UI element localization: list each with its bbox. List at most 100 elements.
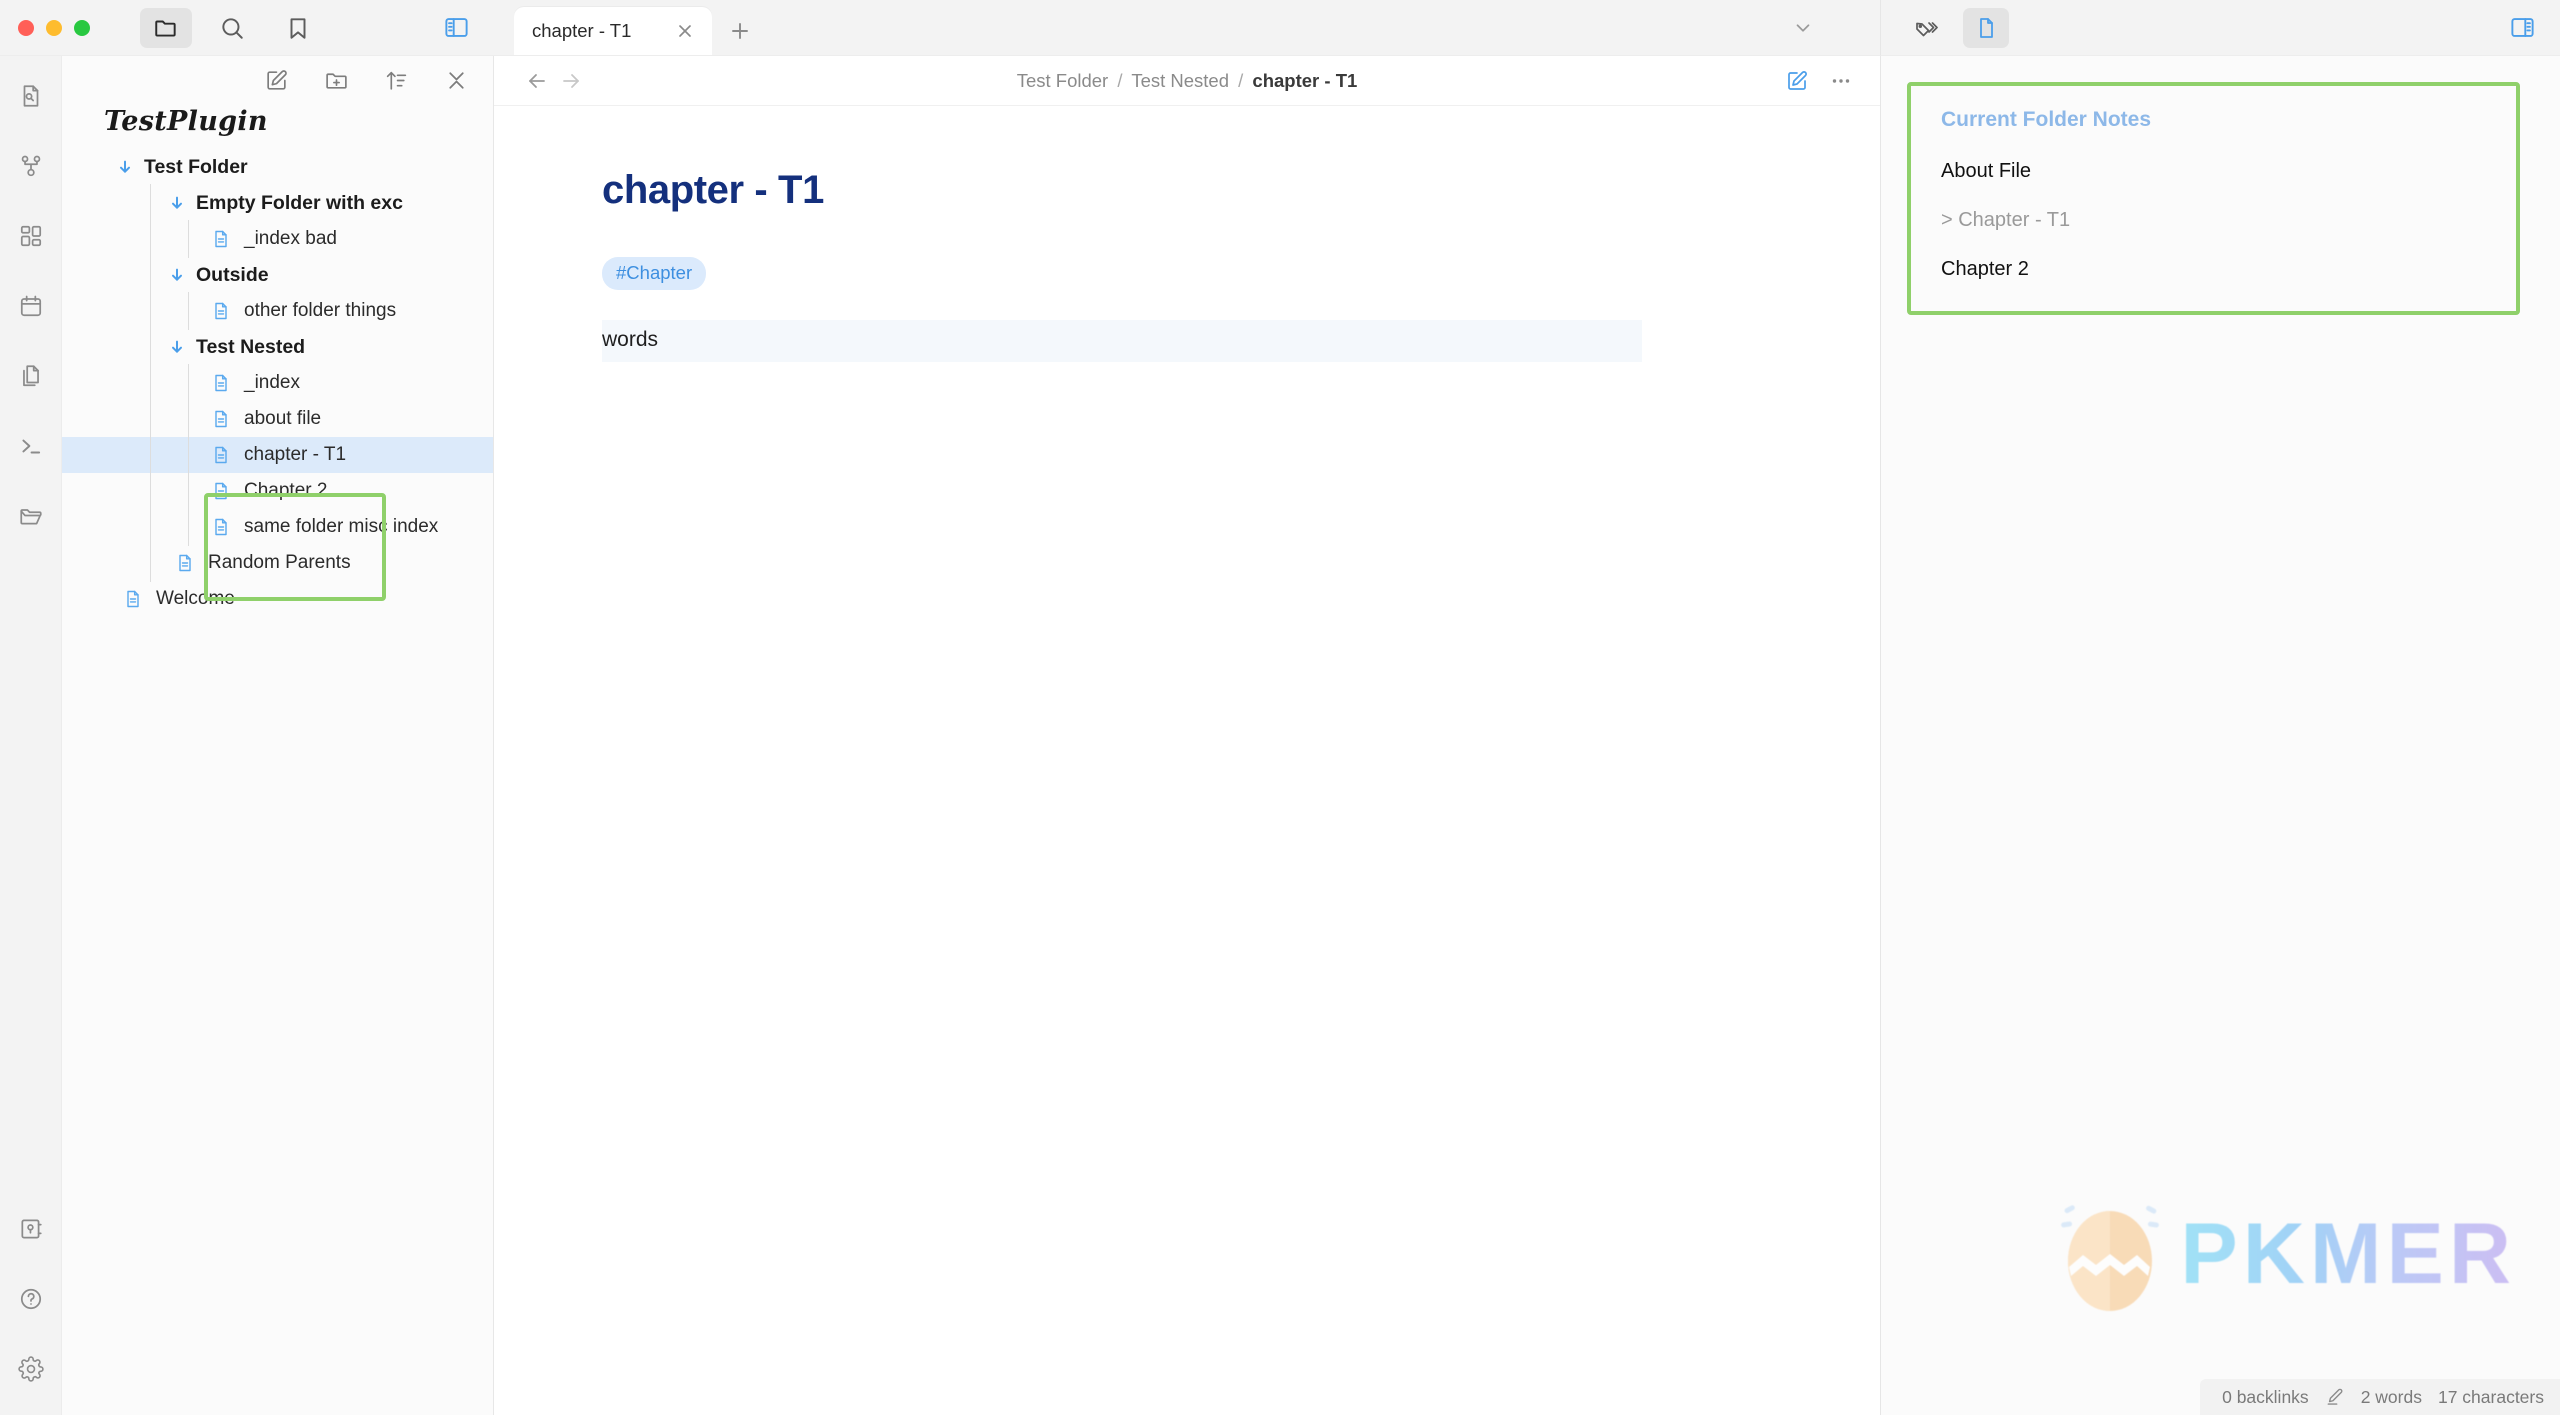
breadcrumb: Test Folder / Test Nested / chapter - T1	[494, 70, 1880, 92]
file-explorer: TestPlugin Test Folder Empty Folder with…	[62, 56, 494, 1415]
tags-icon[interactable]	[1903, 8, 1949, 48]
sort-icon[interactable]	[381, 65, 411, 95]
pkmer-logo-icon	[2058, 1195, 2162, 1313]
breadcrumb-separator: /	[1117, 69, 1123, 91]
titlebar-left	[0, 0, 494, 56]
note-editor[interactable]: chapter - T1 #Chapter words	[494, 106, 1880, 1415]
tree-file-chapter-2[interactable]: Chapter 2	[62, 472, 493, 510]
tree-file-about-file[interactable]: about file	[62, 400, 493, 438]
current-folder-notes-panel: Current Folder Notes About File > Chapte…	[1907, 82, 2520, 315]
tree-file-index-bad[interactable]: _index bad	[62, 220, 493, 258]
search-icon[interactable]	[206, 8, 258, 48]
breadcrumb-part-0[interactable]: Test Folder	[1017, 70, 1109, 91]
vault-name[interactable]: TestPlugin	[62, 104, 493, 149]
file-icon	[210, 408, 232, 430]
templates-icon[interactable]	[9, 354, 53, 398]
chevron-down-icon[interactable]	[114, 159, 136, 175]
tab-strip: chapter - T1	[494, 0, 1880, 56]
tree-file-random-parents[interactable]: Random Parents	[62, 544, 493, 582]
chevron-down-icon[interactable]	[166, 267, 188, 283]
tree-item-label: _index bad	[244, 228, 337, 249]
note-paragraph[interactable]: words	[602, 320, 1642, 363]
tree-folder-test-nested[interactable]: Test Nested	[62, 328, 493, 366]
tree-item-label: Chapter 2	[244, 480, 328, 501]
tree-item-label: Empty Folder with exc	[196, 191, 403, 214]
tree-item-label: _index	[244, 372, 300, 393]
collapse-all-icon[interactable]	[441, 65, 471, 95]
pencil-icon[interactable]	[2325, 1387, 2345, 1407]
page-preview-icon[interactable]	[1963, 7, 2009, 48]
forward-button[interactable]	[554, 64, 588, 98]
back-button[interactable]	[520, 64, 554, 98]
close-window-button[interactable]	[18, 19, 34, 36]
maximize-window-button[interactable]	[74, 19, 90, 36]
backlinks-count[interactable]: 0 backlinks	[2222, 1387, 2309, 1408]
ribbon-bottom-group	[9, 1207, 53, 1415]
app-window: chapter - T1 TestPlugin Test Folder Empt…	[0, 0, 2560, 1415]
new-folder-icon[interactable]	[321, 65, 351, 95]
canvas-icon[interactable]	[9, 214, 53, 258]
view-header-actions	[1780, 64, 1858, 98]
more-options-icon[interactable]	[1824, 64, 1858, 98]
new-tab-icon[interactable]	[718, 9, 762, 53]
breadcrumb-current: chapter - T1	[1252, 69, 1358, 91]
left-sidebar-toggle-icon[interactable]	[432, 8, 480, 48]
minimize-window-button[interactable]	[46, 19, 62, 36]
bookmark-icon[interactable]	[272, 8, 324, 48]
edit-mode-icon[interactable]	[1780, 64, 1814, 98]
chevron-down-icon[interactable]	[166, 195, 188, 211]
left-ribbon	[0, 56, 62, 1415]
tree-item-label: Welcome	[156, 588, 235, 609]
folder-note-chapter-2[interactable]: Chapter 2	[1941, 258, 2490, 281]
help-icon[interactable]	[9, 1277, 53, 1321]
graph-view-icon[interactable]	[9, 144, 53, 188]
tree-item-label: Test Folder	[144, 155, 248, 178]
daily-note-icon[interactable]	[9, 284, 53, 328]
pkmer-watermark: PKMER	[2058, 1195, 2516, 1313]
chevron-down-icon[interactable]	[166, 339, 188, 355]
folder-note-about-file[interactable]: About File	[1941, 160, 2490, 183]
current-folder-notes-title: Current Folder Notes	[1941, 108, 2152, 131]
file-icon	[210, 300, 232, 322]
note-content: chapter - T1 #Chapter words	[602, 168, 1642, 363]
close-icon[interactable]	[672, 18, 698, 44]
folder-icon[interactable]	[140, 7, 192, 48]
open-folder-icon[interactable]	[9, 494, 53, 538]
chevron-down-icon[interactable]	[1786, 13, 1820, 43]
tree-item-label: chapter - T1	[244, 444, 347, 465]
titlebar: chapter - T1	[0, 0, 2560, 56]
tree-file-index[interactable]: _index	[62, 364, 493, 402]
file-icon	[210, 480, 232, 502]
quick-switcher-icon[interactable]	[9, 74, 53, 118]
word-count[interactable]: 2 words	[2361, 1387, 2422, 1408]
breadcrumb-part-1[interactable]: Test Nested	[1131, 70, 1229, 91]
tab-chapter-t1[interactable]: chapter - T1	[514, 7, 712, 55]
window-controls[interactable]	[18, 19, 90, 36]
tree-folder-empty-folder-with-exc[interactable]: Empty Folder with exc	[62, 184, 493, 222]
vault-switcher-icon[interactable]	[9, 1207, 53, 1251]
note-title: chapter - T1	[602, 168, 824, 212]
tree-file-other-folder-things[interactable]: other folder things	[62, 292, 493, 330]
new-note-icon[interactable]	[261, 65, 291, 95]
tree-item-label: Outside	[196, 263, 269, 286]
terminal-icon[interactable]	[9, 424, 53, 468]
settings-icon[interactable]	[9, 1347, 53, 1391]
tree-item-label: same folder misc index	[244, 516, 439, 537]
character-count[interactable]: 17 characters	[2438, 1387, 2544, 1408]
file-icon	[210, 228, 232, 250]
folder-note-chapter-t1[interactable]: > Chapter - T1	[1941, 209, 2490, 232]
file-icon	[210, 516, 232, 538]
titlebar-right	[1880, 0, 2560, 56]
tree-file-welcome[interactable]: Welcome	[62, 581, 493, 617]
tree-file-chapter-t1[interactable]: chapter - T1	[62, 436, 493, 474]
file-icon	[210, 444, 232, 466]
file-icon	[122, 588, 144, 610]
breadcrumb-separator: /	[1238, 69, 1244, 91]
tree-folder-outside[interactable]: Outside	[62, 256, 493, 294]
file-icon	[174, 552, 196, 574]
tree-file-same-folder-misc-index[interactable]: same folder misc index	[62, 508, 493, 546]
tag-chapter[interactable]: #Chapter	[602, 257, 707, 290]
pkmer-wordmark: PKMER	[2180, 1206, 2516, 1302]
right-sidebar-toggle-icon[interactable]	[2498, 8, 2546, 48]
tree-folder-test-folder[interactable]: Test Folder	[62, 149, 493, 185]
